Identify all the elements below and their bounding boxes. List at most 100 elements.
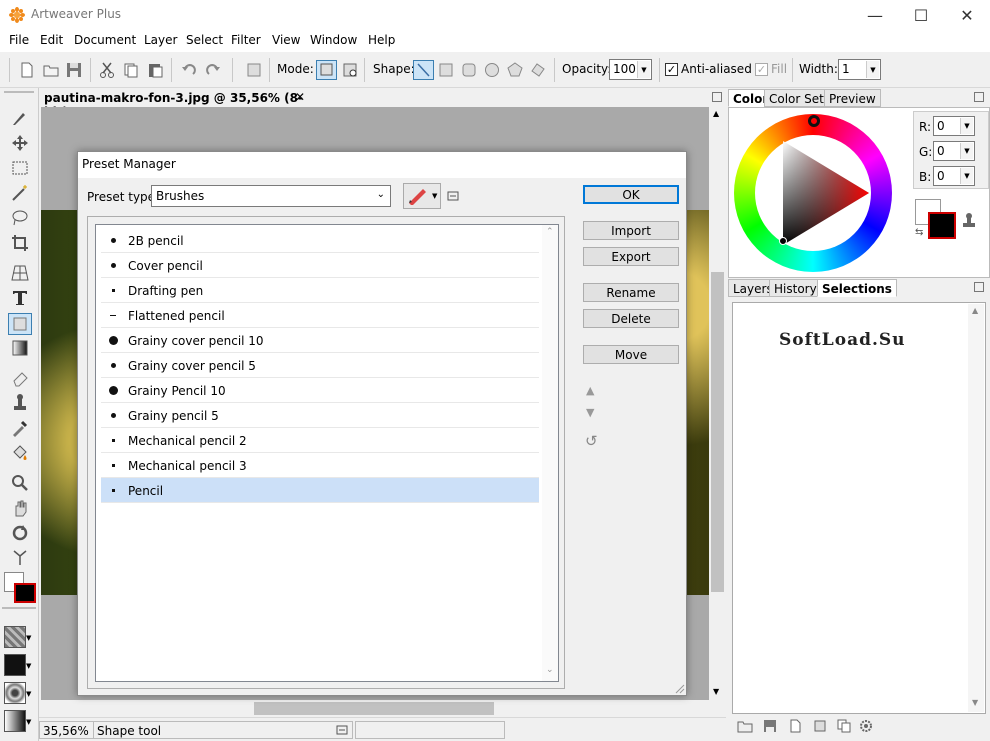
paste-icon[interactable] xyxy=(146,61,164,79)
shape-custom-icon[interactable] xyxy=(529,61,547,79)
info-menu-icon[interactable] xyxy=(336,724,348,736)
tab-history[interactable]: History xyxy=(769,279,822,297)
rotate-view-tool-icon[interactable] xyxy=(10,523,30,543)
scroll-down-icon[interactable]: ▼ xyxy=(713,687,719,696)
scroll-thumb[interactable] xyxy=(254,702,494,715)
chevron-down-icon[interactable]: ▼ xyxy=(866,61,879,78)
reset-icon[interactable]: ↺ xyxy=(585,432,598,450)
menu-help[interactable]: Help xyxy=(368,33,395,47)
hand-tool-icon[interactable] xyxy=(10,498,30,518)
preset-row[interactable]: Cover pencil xyxy=(101,253,539,278)
paint-bucket-tool-icon[interactable] xyxy=(10,443,30,463)
rectangle-select-tool-icon[interactable] xyxy=(10,158,30,178)
pattern-thumbnail[interactable] xyxy=(4,654,26,676)
document-horizontal-scrollbar[interactable] xyxy=(41,700,709,717)
background-color-swatch[interactable] xyxy=(14,583,36,603)
load-selection-icon[interactable] xyxy=(812,719,828,733)
dialog-menu-icon[interactable] xyxy=(447,190,459,202)
tab-selections[interactable]: Selections xyxy=(817,279,897,297)
menu-edit[interactable]: Edit xyxy=(40,33,63,47)
chevron-down-icon[interactable]: ▼ xyxy=(26,690,31,698)
lasso-tool-icon[interactable] xyxy=(10,208,30,228)
chevron-down-icon[interactable]: ⌄ xyxy=(377,189,385,200)
fill-checkbox[interactable]: ✓ xyxy=(755,63,768,76)
cut-icon[interactable] xyxy=(98,61,116,79)
open-folder-icon[interactable] xyxy=(42,61,60,79)
selections-list[interactable] xyxy=(732,302,986,714)
stamp-icon[interactable] xyxy=(960,212,978,228)
scroll-up-icon[interactable]: ▲ xyxy=(713,109,719,118)
menu-window[interactable]: Window xyxy=(310,33,357,47)
document-vertical-scrollbar[interactable]: ▲ ▼ xyxy=(709,107,726,700)
texture-thumbnail[interactable] xyxy=(4,682,26,704)
menu-filter[interactable]: Filter xyxy=(231,33,261,47)
chevron-down-icon[interactable]: ▼ xyxy=(26,634,31,642)
new-document-icon[interactable] xyxy=(18,61,36,79)
chevron-down-icon[interactable]: ▼ xyxy=(960,118,973,134)
open-folder-icon[interactable] xyxy=(737,719,753,733)
shape-line-icon[interactable] xyxy=(413,60,434,80)
chevron-down-icon[interactable]: ▼ xyxy=(26,662,31,670)
preset-row[interactable]: Flattened pencil xyxy=(101,303,539,328)
crop-tool-icon[interactable] xyxy=(10,233,30,253)
copy-icon[interactable] xyxy=(122,61,140,79)
redo-icon[interactable] xyxy=(204,61,222,79)
preset-row[interactable]: 2B pencil xyxy=(101,228,539,253)
preset-row[interactable]: Grainy cover pencil 10 xyxy=(101,328,539,353)
undo-icon[interactable] xyxy=(180,61,198,79)
perspective-tool-icon[interactable] xyxy=(10,263,30,283)
eraser-tool-icon[interactable] xyxy=(10,368,30,388)
preset-row[interactable]: Grainy pencil 5 xyxy=(101,403,539,428)
color-marker[interactable] xyxy=(779,237,787,245)
eyedropper-tool-icon[interactable] xyxy=(10,418,30,438)
clone-stamp-tool-icon[interactable] xyxy=(10,393,30,413)
panel-menu-icon[interactable] xyxy=(974,282,984,292)
delete-button[interactable]: Delete xyxy=(583,309,679,328)
gradient-thumbnail[interactable] xyxy=(4,710,26,732)
preset-row[interactable]: Grainy Pencil 10 xyxy=(101,378,539,403)
duplicate-selection-icon[interactable] xyxy=(836,719,852,733)
preset-list-scrollbar[interactable]: ⌃ ⌄ xyxy=(542,225,558,681)
panel-background-swatch[interactable] xyxy=(928,212,956,239)
chevron-down-icon[interactable]: ▼ xyxy=(637,61,650,78)
scroll-down-icon[interactable]: ▼ xyxy=(972,698,978,707)
menu-file[interactable]: File xyxy=(9,33,29,47)
chevron-down-icon[interactable]: ▼ xyxy=(960,168,973,184)
shape-polygon-icon[interactable] xyxy=(506,61,524,79)
width-combo[interactable]: 1 ▼ xyxy=(838,59,881,80)
move-up-icon[interactable]: ▲ xyxy=(586,384,594,397)
scroll-down-icon[interactable]: ⌄ xyxy=(546,665,554,675)
saturation-triangle[interactable] xyxy=(755,135,871,251)
rename-button[interactable]: Rename xyxy=(583,283,679,302)
mode-shape-icon[interactable] xyxy=(316,60,337,80)
move-button[interactable]: Move xyxy=(583,345,679,364)
shape-rounded-rectangle-icon[interactable] xyxy=(460,61,478,79)
r-input[interactable]: 0 ▼ xyxy=(933,116,975,136)
chevron-down-icon[interactable]: ▼ xyxy=(432,192,437,200)
panel-menu-icon[interactable] xyxy=(712,92,722,102)
minimize-button[interactable]: — xyxy=(852,0,898,30)
preset-row[interactable]: Grainy cover pencil 5 xyxy=(101,353,539,378)
move-tool-icon[interactable] xyxy=(10,133,30,153)
shape-rectangle-icon[interactable] xyxy=(437,61,455,79)
move-down-icon[interactable]: ▼ xyxy=(586,406,594,419)
zoom-tool-icon[interactable] xyxy=(10,473,30,493)
brush-tool-icon[interactable] xyxy=(10,108,30,128)
scroll-thumb[interactable] xyxy=(711,272,724,592)
preset-list[interactable]: 2B pencil Cover pencil Drafting pen Flatten… xyxy=(95,224,559,682)
zoom-level[interactable]: 35,56% xyxy=(39,721,94,739)
brush-preview-button[interactable]: ▼ xyxy=(403,183,441,209)
import-button[interactable]: Import xyxy=(583,221,679,240)
save-icon[interactable] xyxy=(762,719,778,733)
chevron-down-icon[interactable]: ▼ xyxy=(960,143,973,159)
export-button[interactable]: Export xyxy=(583,247,679,266)
new-selection-icon[interactable] xyxy=(787,719,803,733)
ok-button[interactable]: OK xyxy=(583,185,679,204)
tool-preset-icon[interactable] xyxy=(245,61,263,79)
gradient-tool-icon[interactable] xyxy=(10,338,30,358)
preset-row[interactable]: Drafting pen xyxy=(101,278,539,303)
tab-preview[interactable]: Preview xyxy=(824,89,881,107)
scroll-up-icon[interactable]: ⌃ xyxy=(546,227,554,237)
close-window-button[interactable]: ✕ xyxy=(944,0,990,30)
save-icon[interactable] xyxy=(65,61,83,79)
